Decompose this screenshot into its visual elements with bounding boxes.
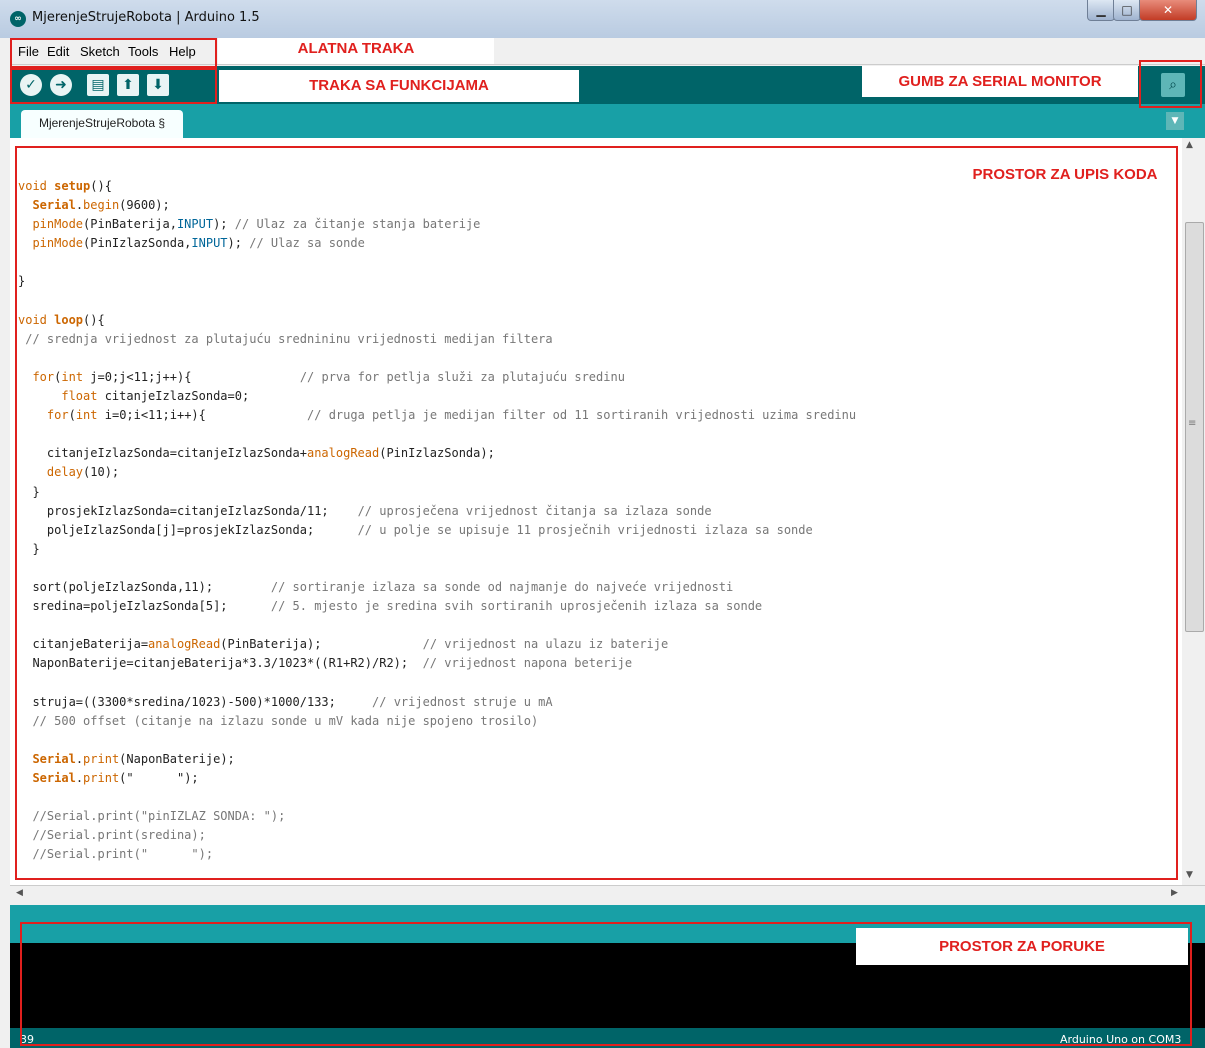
arduino-infinity-icon: ∞	[10, 11, 26, 27]
horizontal-scrollbar[interactable]	[10, 885, 1205, 904]
scroll-right-icon[interactable]: ▶	[1171, 888, 1178, 898]
tab-bar	[10, 104, 1205, 138]
annotation-label-messages: PROSTOR ZA PORUKE	[856, 928, 1188, 965]
close-icon[interactable]: ✕	[1139, 0, 1197, 21]
annotation-label-menubar: ALATNA TRAKA	[218, 38, 494, 64]
annotation-label-serial: GUMB ZA SERIAL MONITOR	[862, 66, 1138, 97]
annotation-box-editor	[15, 146, 1178, 880]
minimize-icon[interactable]: ▁	[1087, 0, 1115, 21]
scroll-grip-icon: ≡	[1188, 418, 1197, 429]
annotation-box-menubar	[10, 38, 217, 68]
annotation-label-editor: PROSTOR ZA UPIS KODA	[972, 166, 1158, 183]
scroll-left-icon[interactable]: ◀	[16, 888, 23, 898]
triangle-down-icon: ▼	[1171, 116, 1179, 126]
scroll-up-icon[interactable]: ▲	[1186, 140, 1193, 150]
annotation-label-toolbar: TRAKA SA FUNKCIJAMA	[219, 70, 579, 102]
window-title: MjerenjeStrujeRobota | Arduino 1.5	[32, 10, 260, 25]
annotation-box-toolbar	[10, 68, 217, 104]
tab-sketch[interactable]: MjerenjeStrujeRobota §	[21, 110, 183, 138]
maximize-icon[interactable]: □	[1113, 0, 1141, 21]
tab-menu-button[interactable]: ▼	[1166, 112, 1184, 130]
scroll-down-icon[interactable]: ▼	[1186, 870, 1193, 880]
annotation-box-serial	[1139, 60, 1202, 108]
